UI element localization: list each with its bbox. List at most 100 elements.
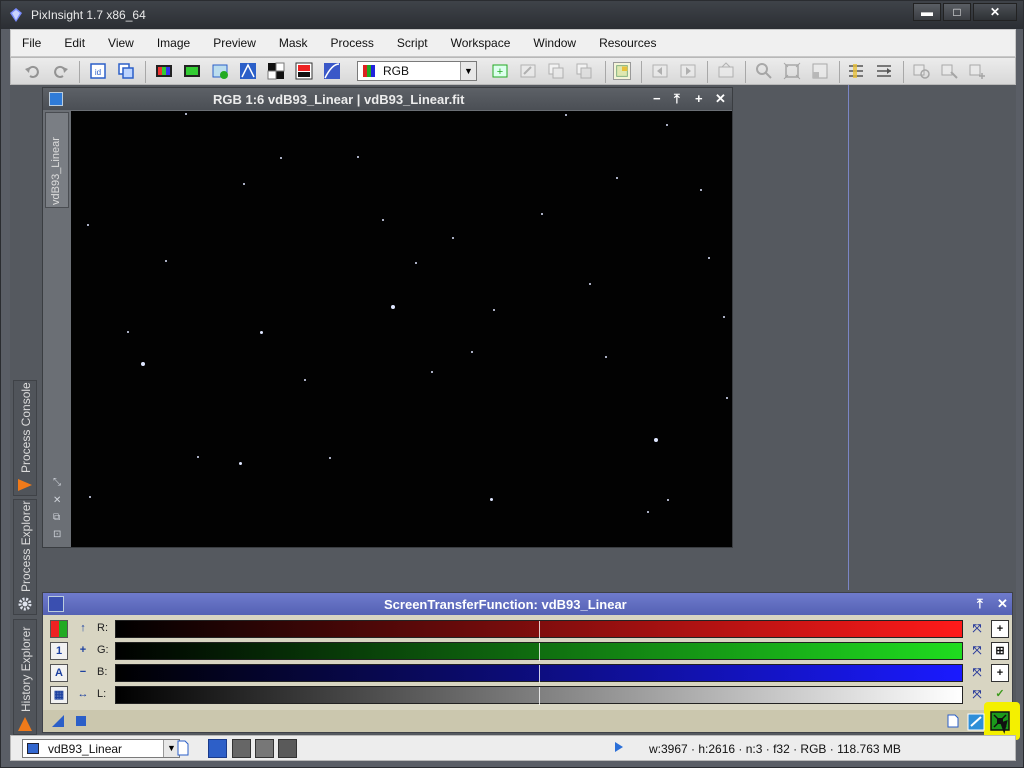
menu-view[interactable]: View <box>97 29 146 57</box>
star <box>700 189 702 191</box>
stf-gradient-bar[interactable] <box>115 664 963 683</box>
active-preview-mode-icon[interactable] <box>613 62 631 80</box>
histogram-icon[interactable] <box>239 62 257 80</box>
display-mode-gray3[interactable] <box>278 739 297 758</box>
new-image-icon[interactable] <box>211 62 229 80</box>
image-canvas[interactable] <box>71 111 732 547</box>
zoom-icon[interactable]: ✕ <box>53 495 61 506</box>
view-tab[interactable]: vdB93_Linear <box>45 112 69 208</box>
zoom-one-icon[interactable] <box>811 62 829 80</box>
clone-image-icon[interactable] <box>117 62 135 80</box>
zoom-in-icon[interactable]: + <box>74 642 92 660</box>
zoom-in-icon[interactable] <box>755 62 773 80</box>
process-console-tab[interactable]: Process Console <box>13 380 37 496</box>
edit-preview-icon[interactable] <box>519 62 537 80</box>
zoom-out-icon[interactable]: − <box>74 664 92 682</box>
stf-gradient-bar[interactable] <box>115 642 963 661</box>
auto-stretch-channel-icon[interactable]: ⤧ <box>968 686 986 704</box>
horizontal-icon[interactable]: ↔ <box>74 686 92 704</box>
track-view-icon[interactable] <box>967 713 985 731</box>
channel-link-icon[interactable] <box>50 620 68 638</box>
midtone-marker[interactable] <box>539 643 540 661</box>
menu-edit[interactable]: Edit <box>53 29 97 57</box>
readout-mode-icon[interactable] <box>847 62 865 80</box>
stf-bottom-bar <box>43 710 1012 732</box>
view-select-value: vdB93_Linear <box>48 742 123 756</box>
auto-stretch-channel-icon[interactable]: ⤧ <box>968 642 986 660</box>
pan-mode-icon[interactable] <box>875 62 893 80</box>
copy-preview-icon[interactable] <box>547 62 565 80</box>
stf-close-button[interactable]: ✕ <box>997 596 1008 612</box>
view-info-icon[interactable] <box>175 740 191 756</box>
reset-icon[interactable]: 1 <box>50 642 68 660</box>
previous-preview-icon[interactable] <box>651 62 669 80</box>
minimize-button[interactable]: ▬ <box>913 3 941 21</box>
display-mode-gray1[interactable] <box>232 739 251 758</box>
zoom-mode-icon[interactable] <box>913 62 931 80</box>
store-preview-icon[interactable] <box>717 62 735 80</box>
redo-icon[interactable] <box>51 62 69 80</box>
image-window-titlebar[interactable]: RGB 1:6 vdB93_Linear | vdB93_Linear.fit … <box>43 88 732 110</box>
mask-icon[interactable] <box>295 62 313 80</box>
midtone-marker[interactable] <box>539 665 540 683</box>
play-icon[interactable] <box>615 742 623 752</box>
process-explorer-tab[interactable]: Process Explorer <box>13 499 37 615</box>
window-shade-button[interactable]: ⤒ <box>674 91 680 107</box>
star <box>141 362 145 366</box>
midtone-marker[interactable] <box>539 687 540 705</box>
extract-channels-icon[interactable] <box>183 62 201 80</box>
history-explorer-tab[interactable]: History Explorer <box>13 619 37 735</box>
menu-file[interactable]: File <box>11 29 53 57</box>
menu-resources[interactable]: Resources <box>588 29 668 57</box>
menu-script[interactable]: Script <box>386 29 440 57</box>
identifier-icon[interactable]: id <box>89 62 107 80</box>
display-mode-gray2[interactable] <box>255 739 274 758</box>
rgb-channels-icon[interactable] <box>155 62 173 80</box>
curves-icon[interactable] <box>323 62 341 80</box>
midtone-marker[interactable] <box>539 621 540 639</box>
menu-image[interactable]: Image <box>146 29 202 57</box>
undo-icon[interactable] <box>24 62 42 80</box>
auto-stretch-channel-icon[interactable]: ⤧ <box>968 620 986 638</box>
window-minimize-button[interactable]: − <box>653 91 661 106</box>
new-preview-icon[interactable]: + <box>491 62 509 80</box>
view-select[interactable]: vdB93_Linear ▼ <box>22 739 180 758</box>
next-preview-icon[interactable] <box>679 62 697 80</box>
preview-mode-icon[interactable] <box>969 62 987 80</box>
fit-icon[interactable]: ⤡ <box>53 477 61 488</box>
maximize-button[interactable]: □ <box>943 3 971 21</box>
menu-process[interactable]: Process <box>320 29 386 57</box>
fit-view-icon[interactable] <box>783 62 801 80</box>
menu-mask[interactable]: Mask <box>268 29 320 57</box>
auto-stretch-channel-icon[interactable]: ⤧ <box>968 664 986 682</box>
window-maximize-button[interactable]: + <box>695 91 703 106</box>
frame-icon[interactable]: ⊡ <box>53 529 61 540</box>
duplicate-preview-icon[interactable] <box>575 62 593 80</box>
grid-icon[interactable]: ▦ <box>50 686 68 704</box>
auto-icon[interactable]: A <box>50 664 68 682</box>
new-instance-icon[interactable] <box>50 713 66 729</box>
stf-gradient-bar[interactable] <box>115 686 963 705</box>
plus-box-icon[interactable]: ⊞ <box>991 642 1009 660</box>
invert-icon[interactable] <box>267 62 285 80</box>
plus-box-icon[interactable]: + <box>991 620 1009 638</box>
channel-select[interactable]: RGB ▼ <box>357 61 477 81</box>
arrow-up-icon[interactable]: ↑ <box>74 620 92 638</box>
menu-preview[interactable]: Preview <box>202 29 268 57</box>
browse-documentation-icon[interactable] <box>945 713 961 729</box>
star <box>382 219 384 221</box>
history-icon <box>18 717 32 731</box>
plus-box-icon[interactable]: + <box>991 664 1009 682</box>
layout-icon[interactable]: ⧉ <box>53 512 60 523</box>
apply-global-icon[interactable] <box>73 713 89 729</box>
image-window[interactable]: RGB 1:6 vdB93_Linear | vdB93_Linear.fit … <box>42 87 733 548</box>
dynamic-crop-icon[interactable] <box>941 62 959 80</box>
stf-shade-button[interactable]: ⤒ <box>977 596 983 612</box>
display-mode-normal[interactable] <box>208 739 227 758</box>
menu-window[interactable]: Window <box>522 29 588 57</box>
close-button[interactable]: ✕ <box>973 3 1017 21</box>
stf-titlebar[interactable]: ScreenTransferFunction: vdB93_Linear ⤒ ✕ <box>43 593 1012 615</box>
stf-gradient-bar[interactable] <box>115 620 963 639</box>
menu-workspace[interactable]: Workspace <box>440 29 523 57</box>
window-close-button[interactable]: ✕ <box>715 91 726 107</box>
